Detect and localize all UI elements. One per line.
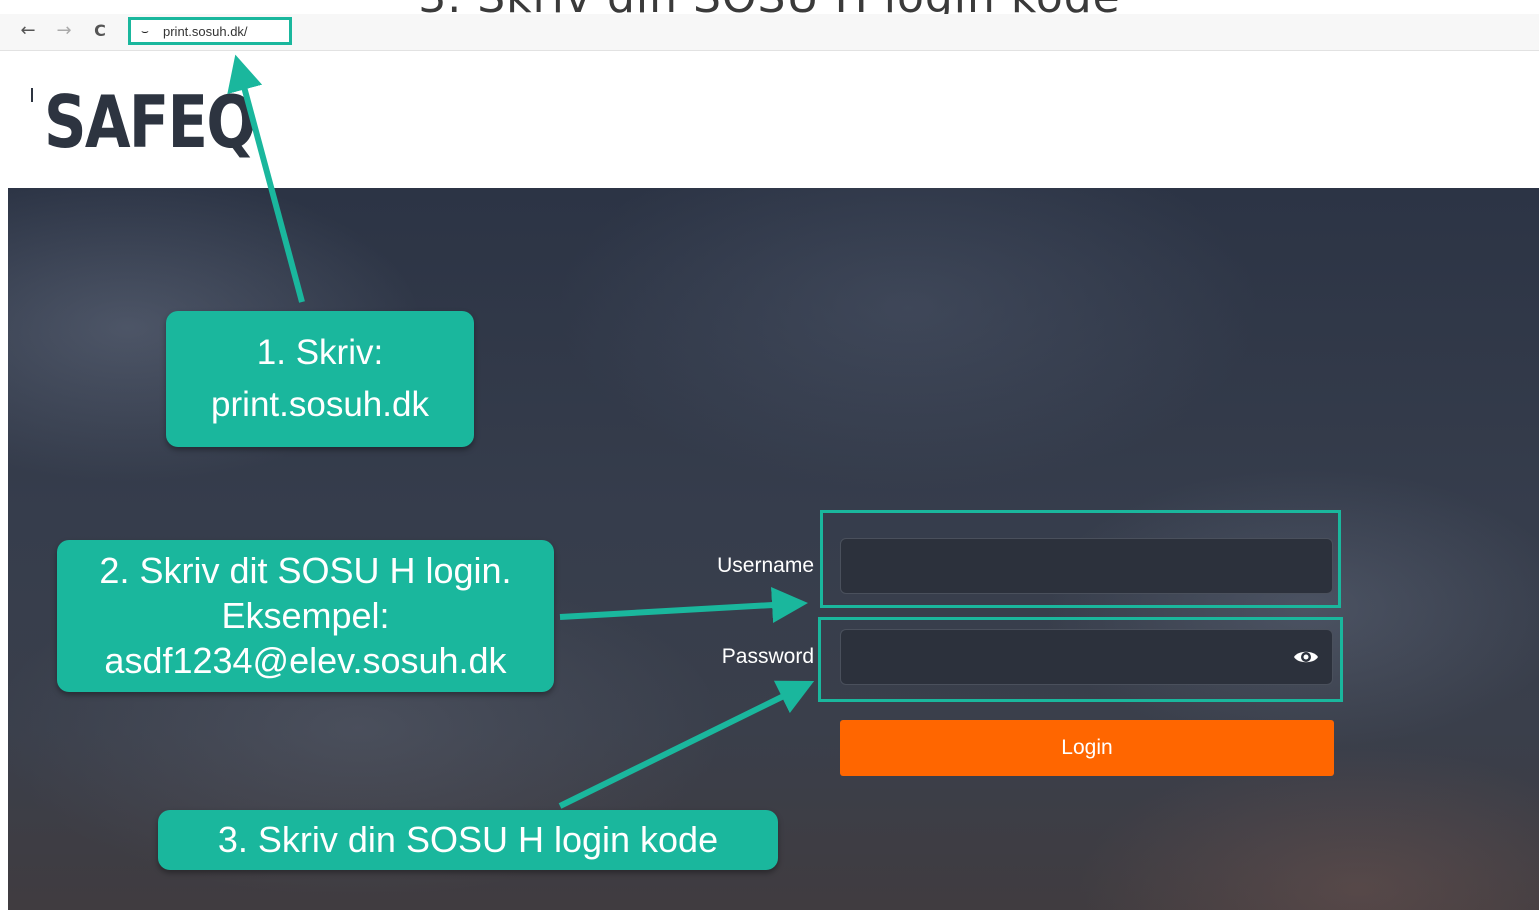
- callout-2-line3: asdf1234@elev.sosuh.dk: [104, 640, 507, 681]
- callout-1-line2: print.sosuh.dk: [211, 385, 429, 424]
- callout-1-line1: 1. Skriv:: [256, 333, 384, 372]
- forward-arrow-icon[interactable]: →: [52, 19, 76, 43]
- callout-step-1: 1. Skriv: print.sosuh.dk: [166, 311, 474, 447]
- callout-step-2: 2. Skriv dit SOSU H login. Eksempel: asd…: [57, 540, 554, 692]
- callout-step-3: 3. Skriv din SOSU H login kode: [158, 810, 778, 870]
- safeq-logo: SAFEQ: [44, 80, 257, 164]
- callout-2-line1: 2. Skriv dit SOSU H login.: [99, 550, 512, 591]
- callout-2-line2: Eksempel:: [221, 595, 390, 636]
- address-url[interactable]: print.sosuh.dk/: [163, 24, 248, 39]
- site-icon: ⌣: [141, 24, 149, 38]
- reload-icon[interactable]: C: [88, 19, 112, 43]
- back-arrow-icon[interactable]: ←: [16, 19, 40, 43]
- password-input[interactable]: [840, 629, 1333, 685]
- password-label: Password: [721, 645, 814, 668]
- vendor-mark-icon: [27, 103, 37, 143]
- logo-divider: [31, 88, 33, 102]
- username-label: Username: [717, 554, 814, 577]
- address-bar[interactable]: ⌣ print.sosuh.dk/: [128, 17, 292, 45]
- username-input[interactable]: [840, 538, 1333, 594]
- eye-icon[interactable]: [1293, 646, 1319, 668]
- login-button[interactable]: Login: [840, 720, 1334, 776]
- browser-toolbar: ← → C ⌣ print.sosuh.dk/: [0, 14, 1539, 51]
